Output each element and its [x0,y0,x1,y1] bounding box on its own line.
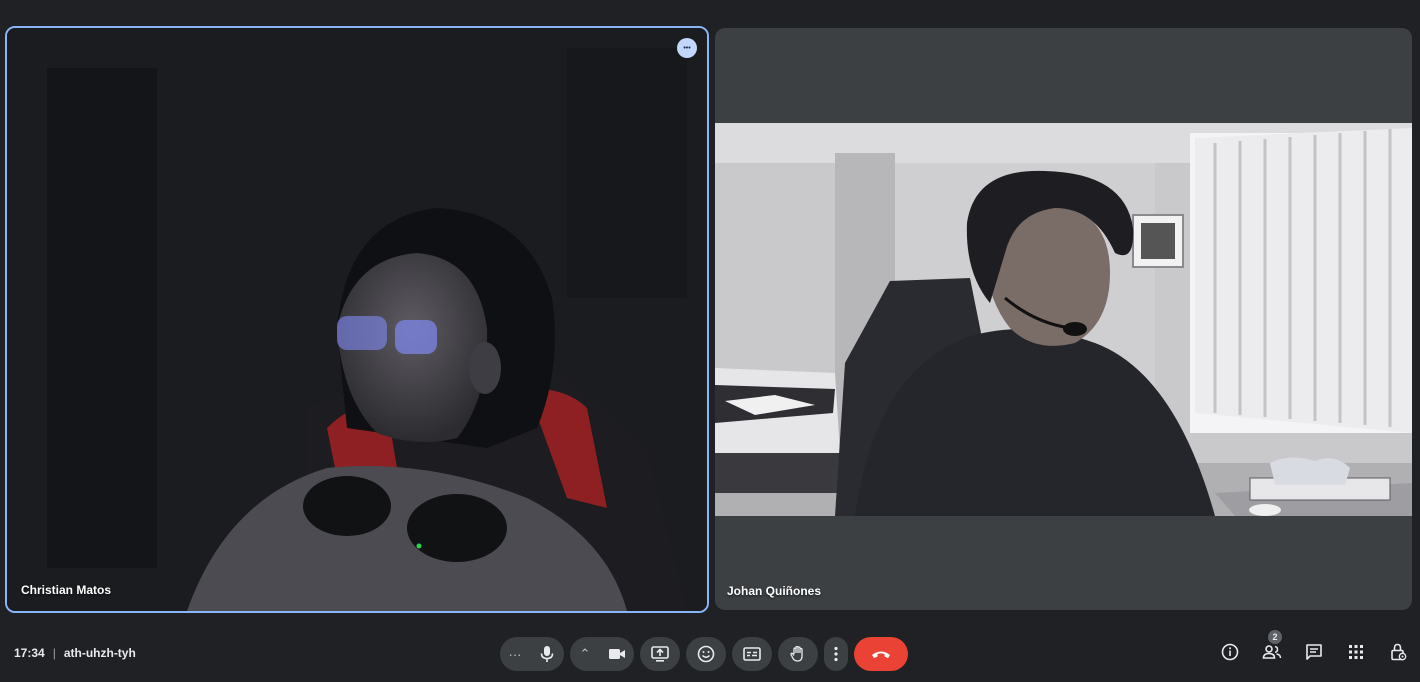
meeting-info-separator: | [52,646,56,660]
participant-name-label: Christian Matos [21,583,112,597]
participant-video-christian [7,28,707,611]
video-control-group: ⌃ [570,637,634,671]
bottom-control-bar: 17:34 | ath-uhzh-tyh ··· ⌃ 2 [0,630,1420,682]
call-end-icon [872,651,890,658]
people-icon [1262,645,1282,659]
microphone-button[interactable] [530,637,564,671]
more-options-button[interactable] [824,637,848,671]
mic-icon [540,646,554,662]
captions-icon [743,647,761,661]
raise-hand-icon [790,645,803,662]
participant-video-johan [715,123,1412,516]
info-icon [1221,643,1239,661]
camera-button[interactable] [600,637,634,671]
participant-tile-johan[interactable]: Johan Quiñones [715,28,1412,610]
meeting-time: 17:34 [14,646,45,660]
meeting-code[interactable]: ath-uhzh-tyh [64,646,136,660]
chat-icon [1306,644,1322,660]
activities-button[interactable] [1344,640,1368,664]
call-controls: ··· ⌃ [500,636,908,672]
host-controls-button[interactable] [1386,640,1410,664]
audio-control-group: ··· [500,637,564,671]
meet-stage: ••• Christian Matos Johan Quiñones 17:34… [0,0,1420,682]
chat-button[interactable] [1302,640,1326,664]
meeting-info: 17:34 | ath-uhzh-tyh [14,646,136,660]
host-controls-icon [1391,643,1407,661]
people-count-badge: 2 [1268,630,1282,644]
videocam-icon [609,649,625,659]
more-horiz-icon: ··· [508,646,522,662]
present-screen-icon [651,646,669,662]
audio-options-button[interactable]: ··· [500,637,530,671]
leave-call-button[interactable] [854,637,908,671]
raise-hand-button[interactable] [778,637,818,671]
apps-icon [1349,645,1363,659]
people-button[interactable]: 2 [1260,630,1284,664]
participant-name-label: Johan Quiñones [727,584,822,598]
chevron-up-icon: ⌃ [579,646,591,661]
captions-button[interactable] [732,637,772,671]
video-options-button[interactable]: ⌃ [570,637,600,671]
more-vert-icon [834,646,838,662]
side-panel-controls: 2 [1218,630,1410,664]
meeting-details-button[interactable] [1218,640,1242,664]
emoji-icon [697,645,715,663]
reactions-button[interactable] [686,637,726,671]
participant-tile-christian[interactable]: ••• Christian Matos [5,26,709,613]
more-horiz-icon: ••• [683,44,691,52]
tile-more-options-button[interactable]: ••• [677,38,697,58]
present-screen-button[interactable] [640,637,680,671]
